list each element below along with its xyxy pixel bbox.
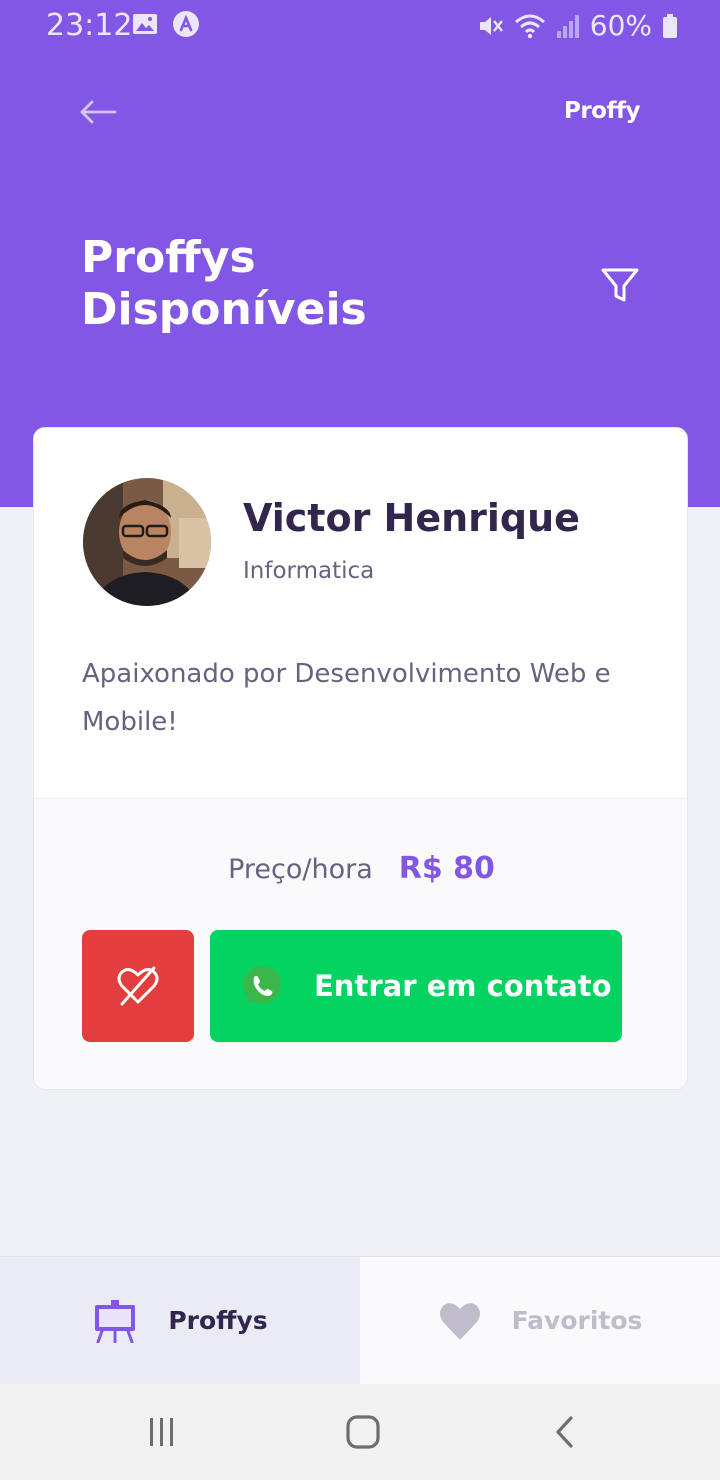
home-icon [346,1415,380,1449]
page-title: Proffys Disponíveis [81,232,367,335]
avatar [83,478,211,606]
teacher-card: Victor Henrique Informatica Apaixonado p… [33,427,688,1090]
teacher-subject: Informatica [243,558,375,584]
image-icon [133,14,157,34]
tab-favoritos-label: Favoritos [511,1306,643,1335]
status-time: 23:12 [46,8,133,43]
home-button[interactable] [343,1412,383,1452]
easel-icon [95,1299,136,1343]
card-footer: Preço/hora R$ 80 Entrar em contato [34,798,687,1089]
system-nav-bar [0,1384,720,1480]
tab-favoritos[interactable]: Favoritos [360,1257,720,1384]
teacher-bio: Apaixonado por Desenvolvimento Web e Mob… [82,659,611,737]
wifi-icon [514,14,545,38]
whatsapp-icon [243,966,281,1004]
price-label: Preço/hora [228,854,373,885]
contact-button-label: Entrar em contato [314,969,612,1003]
status-bar: 23:12 60% [0,0,720,52]
filter-button[interactable] [598,266,642,306]
back-button[interactable] [76,94,120,130]
contact-button[interactable]: Entrar em contato [210,930,622,1042]
teacher-name: Victor Henrique [243,496,580,540]
tab-proffys-label: Proffys [168,1306,268,1335]
heart-off-icon [117,966,159,1006]
mute-icon [479,16,503,35]
app-badge-icon [173,11,199,37]
recents-button[interactable] [142,1412,182,1452]
recents-icon [150,1418,173,1446]
price-value: R$ 80 [398,851,495,886]
signal-icon [556,14,579,38]
price-row: Preço/hora R$ 80 [34,851,687,886]
unfavorite-button[interactable] [82,930,194,1042]
filter-icon [601,268,639,302]
heart-icon [439,1302,480,1340]
battery-text: 60% [589,9,652,42]
bottom-tab-bar: Proffys Favoritos [0,1256,720,1384]
proffy-logo: Proffy [563,98,641,124]
tab-proffys[interactable]: Proffys [0,1257,360,1384]
battery-icon [663,13,677,38]
arrow-left-icon [80,100,117,124]
system-back-button[interactable] [545,1412,585,1452]
back-icon [556,1416,573,1448]
